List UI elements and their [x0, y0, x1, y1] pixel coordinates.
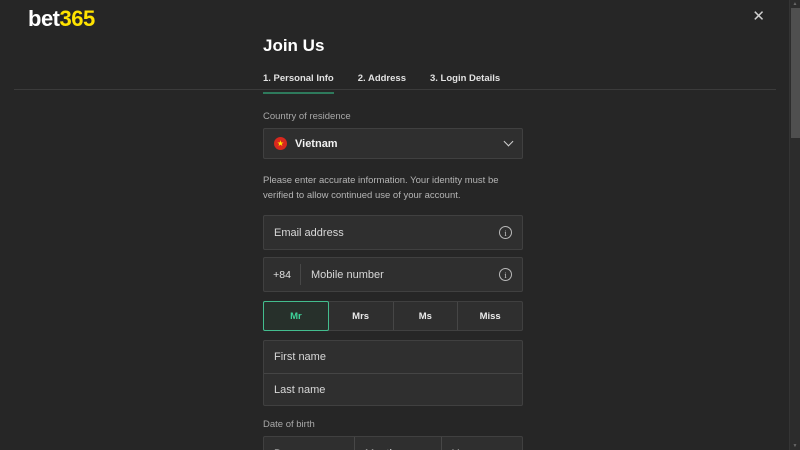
email-row: i: [263, 215, 523, 250]
bet365-logo[interactable]: bet365: [28, 6, 95, 32]
dial-code-divider: [300, 264, 301, 285]
tab-login-details[interactable]: 3. Login Details: [430, 73, 500, 94]
first-name-row: [264, 341, 522, 373]
country-select[interactable]: ★ Vietnam: [263, 128, 523, 159]
title-selector: Mr Mrs Ms Miss: [263, 301, 523, 331]
scroll-up-icon[interactable]: ▲: [790, 1, 800, 7]
join-form: Join Us 1. Personal Info 2. Address 3. L…: [263, 0, 523, 450]
close-icon[interactable]: ✕: [750, 7, 767, 26]
title-option-miss[interactable]: Miss: [457, 302, 522, 330]
join-page: bet365 ✕ Join Us 1. Personal Info 2. Add…: [0, 0, 800, 450]
dial-code: +84: [264, 269, 300, 281]
last-name-row: [264, 373, 522, 405]
email-field[interactable]: [274, 227, 499, 239]
dob-label: Date of birth: [263, 419, 523, 430]
country-value: Vietnam: [295, 138, 505, 150]
identity-notice: Please enter accurate information. Your …: [263, 173, 521, 203]
chevron-down-icon: [504, 137, 514, 147]
dob-day-select[interactable]: Day: [264, 437, 354, 450]
scroll-down-icon[interactable]: ▼: [790, 443, 800, 449]
page-title: Join Us: [263, 36, 523, 56]
country-label: Country of residence: [263, 111, 523, 122]
dob-month-select[interactable]: Month: [354, 437, 441, 450]
last-name-field[interactable]: [274, 384, 512, 396]
page-scrollbar[interactable]: ▲ ▼: [789, 0, 800, 450]
mobile-row: +84 i: [263, 257, 523, 292]
title-option-mr[interactable]: Mr: [263, 301, 329, 331]
dob-selector: Day Month Year: [263, 436, 523, 450]
tab-address[interactable]: 2. Address: [358, 73, 406, 94]
logo-text-bet: bet: [28, 6, 60, 31]
mobile-field[interactable]: [311, 269, 499, 281]
tab-personal-info[interactable]: 1. Personal Info: [263, 73, 334, 94]
name-fields: [263, 340, 523, 406]
vietnam-flag-icon: ★: [274, 137, 287, 150]
title-option-ms[interactable]: Ms: [393, 302, 458, 330]
dob-year-select[interactable]: Year: [441, 437, 522, 450]
title-option-mrs[interactable]: Mrs: [328, 302, 393, 330]
mobile-info-icon[interactable]: i: [499, 268, 512, 281]
logo-text-365: 365: [60, 6, 95, 31]
step-tabs: 1. Personal Info 2. Address 3. Login Det…: [263, 73, 523, 94]
first-name-field[interactable]: [274, 351, 512, 363]
email-info-icon[interactable]: i: [499, 226, 512, 239]
scrollbar-thumb[interactable]: [791, 8, 800, 138]
